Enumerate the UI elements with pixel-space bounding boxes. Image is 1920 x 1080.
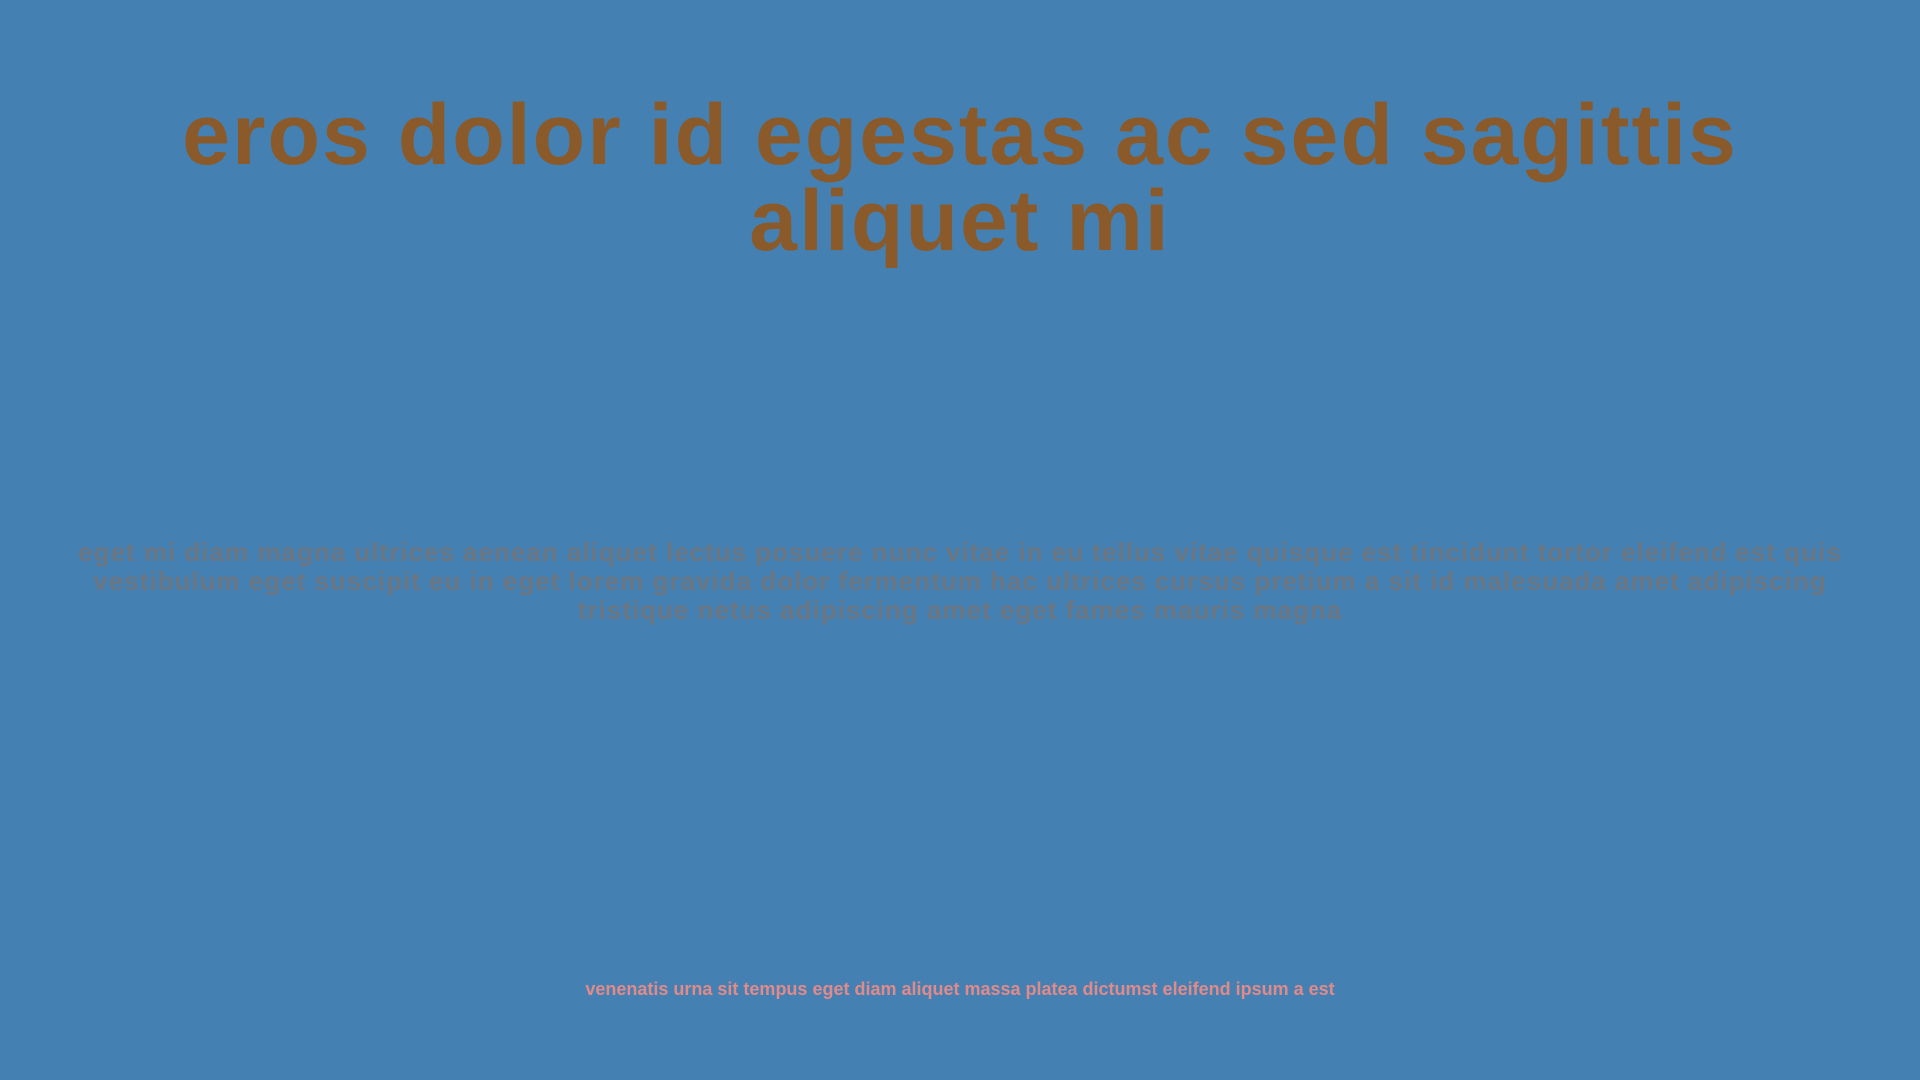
slide: eros dolor id egestas ac sed sagittis al… (0, 0, 1920, 1080)
slide-footer-text: venenatis urna sit tempus eget diam aliq… (585, 979, 1335, 999)
slide-title: eros dolor id egestas ac sed sagittis al… (182, 87, 1738, 269)
slide-body-text: eget mi diam magna ultrices aenean aliqu… (78, 537, 1842, 625)
